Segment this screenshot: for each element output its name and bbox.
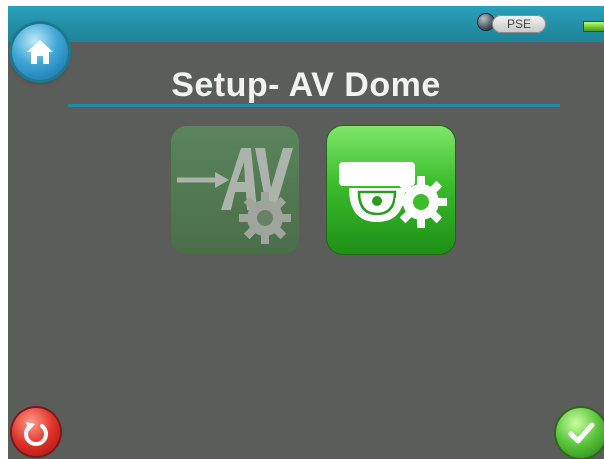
av-setup-tile[interactable] xyxy=(171,126,299,254)
reset-button[interactable] xyxy=(12,408,60,456)
top-bar: PSE xyxy=(8,6,604,42)
confirm-button[interactable] xyxy=(556,408,604,458)
page-title: Setup- AV Dome xyxy=(171,66,441,104)
dome-camera-gear-icon xyxy=(339,162,447,228)
title-divider xyxy=(68,104,560,107)
battery-icon xyxy=(584,22,604,31)
pse-badge: PSE xyxy=(492,15,546,33)
dome-setup-tile[interactable] xyxy=(327,126,455,254)
home-icon xyxy=(27,40,53,64)
av-gear-icon xyxy=(177,148,293,244)
checkmark-icon xyxy=(568,422,595,444)
screen: PSE Setup- AV Dome xyxy=(8,6,604,459)
power-reset-icon xyxy=(24,422,48,446)
